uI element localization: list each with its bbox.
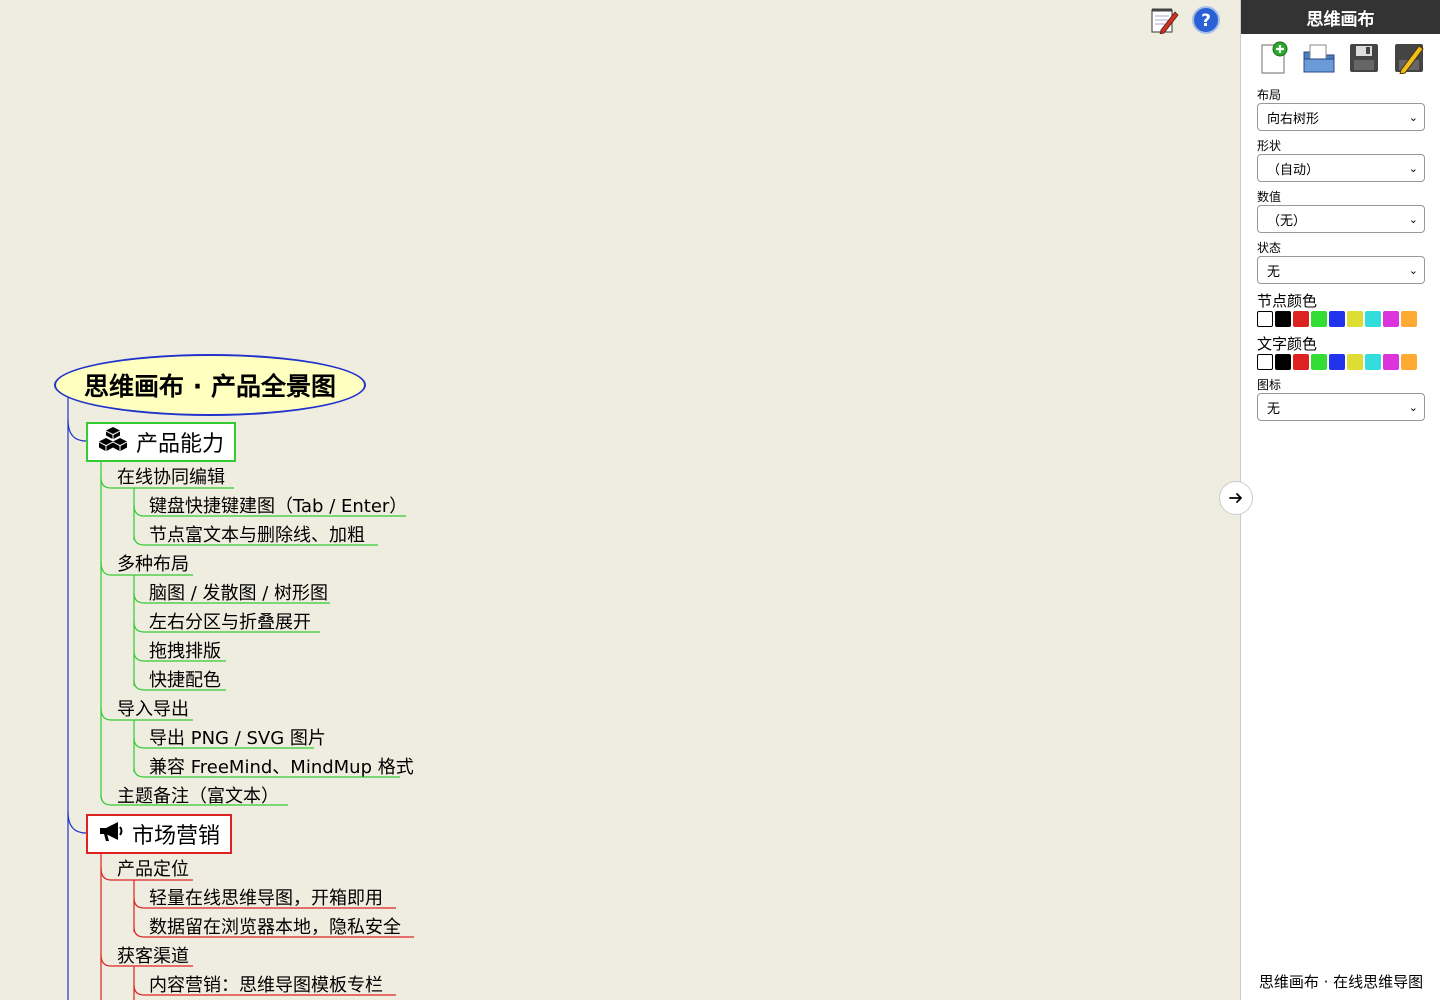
icon-label: 图标 bbox=[1257, 378, 1282, 392]
color-swatch[interactable] bbox=[1293, 311, 1309, 327]
chevron-down-icon: ⌄ bbox=[1408, 263, 1418, 277]
node-export-images[interactable]: 导出 PNG / SVG 图片 bbox=[149, 727, 326, 751]
node-collab-editing[interactable]: 在线协同编辑 bbox=[117, 466, 225, 490]
node-local-privacy[interactable]: 数据留在浏览器本地，隐私安全 bbox=[149, 916, 401, 940]
node-lightweight[interactable]: 轻量在线思维导图，开箱即用 bbox=[149, 887, 383, 911]
color-swatch[interactable] bbox=[1383, 354, 1399, 370]
node-color-swatches bbox=[1257, 311, 1424, 327]
status-value: 无 bbox=[1267, 264, 1281, 280]
value-value: （无） bbox=[1267, 213, 1307, 229]
layout-value: 向右树形 bbox=[1267, 111, 1320, 127]
layout-field: 布局 向右树形 ⌄ bbox=[1241, 86, 1440, 131]
color-swatch[interactable] bbox=[1383, 311, 1399, 327]
sidebar-actions bbox=[1241, 34, 1440, 80]
node-import-export[interactable]: 导入导出 bbox=[117, 698, 189, 722]
svg-text:?: ? bbox=[1201, 11, 1211, 31]
node-keyboard-shortcuts[interactable]: 键盘快捷键建图（Tab / Enter） bbox=[149, 495, 407, 519]
color-swatch[interactable] bbox=[1275, 311, 1291, 327]
icon-value: 无 bbox=[1267, 401, 1281, 417]
sidebar-footer: 思维画布 · 在线思维导图 bbox=[1258, 973, 1424, 991]
color-swatch[interactable] bbox=[1329, 311, 1345, 327]
chevron-down-icon: ⌄ bbox=[1408, 212, 1418, 226]
shape-value: （自动） bbox=[1267, 162, 1320, 178]
node-quick-colors[interactable]: 快捷配色 bbox=[149, 669, 221, 693]
root-node[interactable]: 思维画布 · 产品全景图 bbox=[54, 354, 366, 416]
branch-node-marketing[interactable]: 市场营销 bbox=[86, 814, 233, 854]
collapse-sidebar-button[interactable] bbox=[1219, 481, 1253, 515]
color-swatch[interactable] bbox=[1275, 354, 1291, 370]
status-field: 状态 无 ⌄ bbox=[1241, 239, 1440, 284]
color-swatch[interactable] bbox=[1329, 354, 1345, 370]
new-icon[interactable] bbox=[1256, 40, 1292, 76]
color-swatch[interactable] bbox=[1365, 354, 1381, 370]
value-select[interactable]: （无） ⌄ bbox=[1257, 205, 1425, 233]
open-icon[interactable] bbox=[1301, 40, 1337, 76]
text-color-label: 文字颜色 bbox=[1257, 335, 1318, 353]
notepad-edit-icon[interactable] bbox=[1148, 5, 1180, 35]
node-layout-types[interactable]: 脑图 / 发散图 / 树形图 bbox=[149, 582, 328, 606]
icon-select[interactable]: 无 ⌄ bbox=[1257, 393, 1425, 421]
mindmap-canvas[interactable]: ? 思维画布 · 产品全景图 产品能力 在线协同编辑 键盘快捷键建图（Tab /… bbox=[0, 0, 1240, 1000]
node-content-marketing[interactable]: 内容营销：思维导图模板专栏 bbox=[149, 974, 383, 998]
value-label: 数值 bbox=[1257, 190, 1282, 204]
layout-select[interactable]: 向右树形 ⌄ bbox=[1257, 103, 1425, 131]
color-swatch[interactable] bbox=[1401, 311, 1417, 327]
chevron-down-icon: ⌄ bbox=[1408, 110, 1418, 124]
node-acquisition[interactable]: 获客渠道 bbox=[117, 945, 189, 969]
node-layouts[interactable]: 多种布局 bbox=[117, 553, 189, 577]
node-color-label: 节点颜色 bbox=[1257, 292, 1318, 310]
node-positioning[interactable]: 产品定位 bbox=[117, 858, 189, 882]
status-label: 状态 bbox=[1257, 241, 1282, 255]
edit-icon[interactable] bbox=[1391, 40, 1427, 76]
color-swatch[interactable] bbox=[1347, 354, 1363, 370]
color-swatch[interactable] bbox=[1401, 354, 1417, 370]
node-split-collapse[interactable]: 左右分区与折叠展开 bbox=[149, 611, 311, 635]
arrow-right-icon bbox=[1229, 493, 1242, 503]
value-field: 数值 （无） ⌄ bbox=[1241, 188, 1440, 233]
megaphone-icon bbox=[98, 819, 124, 849]
sidebar-title: 思维画布 bbox=[1241, 0, 1440, 34]
icon-field: 图标 无 ⌄ bbox=[1241, 376, 1440, 421]
node-drag-layout[interactable]: 拖拽排版 bbox=[149, 640, 221, 664]
branch-label: 市场营销 bbox=[132, 824, 221, 849]
cubes-icon bbox=[98, 426, 128, 458]
canvas-toolbar: ? bbox=[1148, 5, 1222, 35]
color-swatch[interactable] bbox=[1311, 311, 1327, 327]
node-rich-text[interactable]: 节点富文本与删除线、加粗 bbox=[149, 524, 365, 548]
color-swatch[interactable] bbox=[1293, 354, 1309, 370]
color-swatch[interactable] bbox=[1347, 311, 1363, 327]
shape-label: 形状 bbox=[1257, 139, 1282, 153]
color-swatch[interactable] bbox=[1257, 311, 1273, 327]
node-topic-notes[interactable]: 主题备注（富文本） bbox=[117, 785, 279, 809]
help-icon[interactable]: ? bbox=[1190, 5, 1222, 35]
layout-label: 布局 bbox=[1257, 88, 1282, 102]
shape-field: 形状 （自动） ⌄ bbox=[1241, 137, 1440, 182]
save-icon[interactable] bbox=[1346, 40, 1382, 76]
color-swatch[interactable] bbox=[1311, 354, 1327, 370]
text-color-field: 文字颜色 bbox=[1241, 335, 1440, 370]
chevron-down-icon: ⌄ bbox=[1408, 400, 1418, 414]
branch-label: 产品能力 bbox=[136, 432, 225, 457]
node-color-field: 节点颜色 bbox=[1241, 292, 1440, 327]
shape-select[interactable]: （自动） ⌄ bbox=[1257, 154, 1425, 182]
status-select[interactable]: 无 ⌄ bbox=[1257, 256, 1425, 284]
color-swatch[interactable] bbox=[1365, 311, 1381, 327]
properties-sidebar: 思维画布 布局 向右树形 ⌄ 形状 （自动） ⌄ 数值 （无） ⌄ 状态 无 ⌄… bbox=[1240, 0, 1440, 1000]
color-swatch[interactable] bbox=[1257, 354, 1273, 370]
node-compat-formats[interactable]: 兼容 FreeMind、MindMup 格式 bbox=[149, 756, 414, 780]
chevron-down-icon: ⌄ bbox=[1408, 161, 1418, 175]
text-color-swatches bbox=[1257, 354, 1424, 370]
branch-node-product[interactable]: 产品能力 bbox=[86, 422, 237, 462]
